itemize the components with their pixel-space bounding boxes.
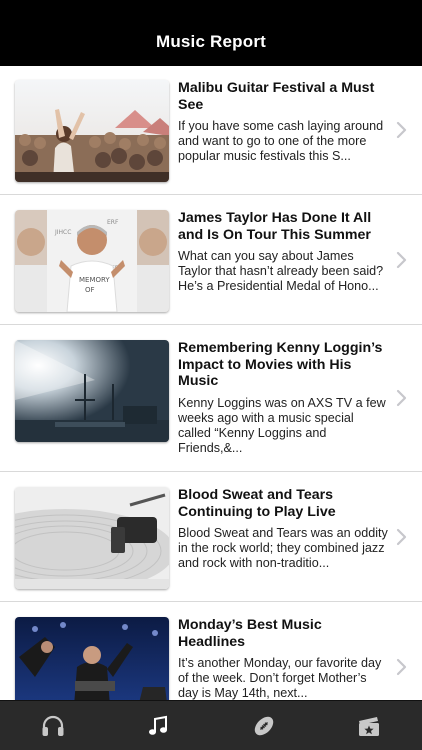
chevron-right-icon [396, 658, 407, 676]
article-summary: It’s another Monday, our favorite day of… [178, 656, 382, 700]
svg-text:OF: OF [85, 286, 95, 294]
list-item[interactable]: Malibu Guitar Festival a Must See If you… [0, 66, 422, 195]
tab-sports[interactable] [211, 701, 317, 750]
article-headline: Monday’s Best Music Headlines [178, 617, 322, 650]
tab-music[interactable] [106, 701, 212, 750]
article-headline: Blood Sweat and Tears Continuing to Play… [178, 487, 336, 520]
list-item[interactable]: Monday’s Best Music Headlines It’s anoth… [0, 602, 422, 700]
article-summary: What can you say about James Taylor that… [178, 249, 384, 294]
headphones-icon [42, 715, 64, 736]
article-headline: Malibu Guitar Festival a Must See [178, 80, 375, 113]
article-headline: Remembering Kenny Loggin’s Impact to Mov… [178, 340, 383, 389]
article-thumbnail [15, 487, 169, 589]
article-headline: James Taylor Has Done It All and Is On T… [178, 210, 372, 243]
chevron-right-icon [396, 528, 407, 546]
svg-text:ERF: ERF [107, 219, 119, 226]
article-thumbnail [15, 80, 169, 182]
svg-text:JIHCC: JIHCC [54, 229, 71, 236]
ticket-icon [359, 716, 380, 736]
tab-tickets[interactable] [317, 701, 422, 750]
list-item[interactable]: Remembering Kenny Loggin’s Impact to Mov… [0, 325, 422, 472]
list-item[interactable]: JIHCCERFEF MEMORY OF James Taylor Has Do… [0, 195, 422, 325]
nav-bar: Music Report [0, 0, 422, 66]
article-thumbnail: JIHCCERFEF MEMORY OF [15, 210, 169, 312]
music-note-icon [149, 715, 168, 735]
tab-bar [0, 700, 422, 750]
football-icon [254, 716, 273, 735]
tab-headphones[interactable] [0, 701, 106, 750]
article-summary: Blood Sweat and Tears was an oddity in t… [178, 526, 388, 571]
chevron-right-icon [396, 121, 407, 139]
page-title: Music Report [155, 32, 267, 51]
article-list[interactable]: Malibu Guitar Festival a Must See If you… [0, 66, 422, 700]
article-thumbnail [15, 617, 169, 700]
article-summary: Kenny Loggins was on AXS TV a few weeks … [178, 395, 386, 456]
chevron-right-icon [396, 251, 407, 269]
list-item[interactable]: Blood Sweat and Tears Continuing to Play… [0, 472, 422, 602]
chevron-right-icon [396, 389, 407, 407]
svg-text:MEMORY: MEMORY [79, 276, 110, 284]
article-thumbnail [15, 340, 169, 442]
article-summary: If you have some cash laying around and … [178, 119, 384, 164]
